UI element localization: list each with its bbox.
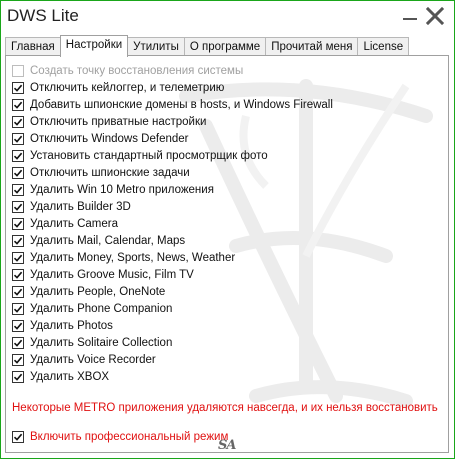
checkmark-icon bbox=[13, 433, 23, 441]
options-list: Создать точку восстановления системы Откл… bbox=[12, 62, 432, 385]
option-row[interactable]: Удалить XBOX bbox=[12, 368, 432, 385]
checkmark-icon bbox=[13, 373, 23, 381]
option-label: Удалить People, OneNote bbox=[30, 285, 166, 298]
pro-mode-option[interactable]: Включить профессиональный режим bbox=[12, 428, 228, 445]
checkmark-icon bbox=[13, 322, 23, 330]
option-row[interactable]: Удалить Money, Sports, News, Weather bbox=[12, 249, 432, 266]
option-label: Удалить Photos bbox=[30, 319, 113, 332]
option-label: Установить стандартный просмотрщик фото bbox=[30, 149, 268, 162]
option-label: Создать точку восстановления системы bbox=[30, 64, 244, 77]
tab-main[interactable]: Главная bbox=[5, 37, 61, 56]
option-row[interactable]: Удалить Voice Recorder bbox=[12, 351, 432, 368]
window-title: DWS Lite bbox=[7, 6, 79, 25]
pro-mode-label: Включить профессиональный режим bbox=[30, 430, 229, 443]
checkmark-icon bbox=[13, 220, 23, 228]
option-row[interactable]: Отключить шпионские задачи bbox=[12, 164, 432, 181]
option-label: Удалить Solitaire Collection bbox=[30, 336, 173, 349]
option-checkbox[interactable] bbox=[12, 149, 24, 162]
option-label: Удалить Phone Companion bbox=[30, 302, 173, 315]
option-row[interactable]: Удалить Win 10 Metro приложения bbox=[12, 181, 432, 198]
checkmark-icon bbox=[13, 305, 23, 313]
checkmark-icon bbox=[13, 271, 23, 279]
option-label: Отключить шпионские задачи bbox=[30, 166, 190, 179]
close-button[interactable] bbox=[424, 5, 446, 27]
tab-readme[interactable]: Прочитай меня bbox=[265, 37, 359, 56]
option-checkbox[interactable] bbox=[12, 200, 24, 213]
option-label: Удалить Mail, Calendar, Maps bbox=[30, 234, 186, 247]
option-label: Удалить Win 10 Metro приложения bbox=[30, 183, 214, 196]
option-checkbox[interactable] bbox=[12, 370, 24, 383]
option-row[interactable]: Удалить Builder 3D bbox=[12, 198, 432, 215]
option-checkbox[interactable] bbox=[12, 319, 24, 332]
tab-about[interactable]: О программе bbox=[183, 37, 267, 56]
option-checkbox[interactable] bbox=[12, 183, 24, 196]
signature-logo: SA bbox=[218, 438, 237, 453]
minimize-button[interactable] bbox=[399, 5, 421, 27]
option-checkbox[interactable] bbox=[12, 302, 24, 315]
checkmark-icon bbox=[13, 237, 23, 245]
option-row[interactable]: Отключить Windows Defender bbox=[12, 130, 432, 147]
option-label: Отключить приватные настройки bbox=[30, 115, 207, 128]
app-window: DWS Lite Главная Настройки Утилиты О про… bbox=[0, 0, 455, 459]
close-icon bbox=[426, 7, 444, 25]
option-row[interactable]: Удалить People, OneNote bbox=[12, 283, 432, 300]
option-row[interactable]: Удалить Camera bbox=[12, 215, 432, 232]
checkmark-icon bbox=[13, 135, 23, 143]
option-row[interactable]: Установить стандартный просмотрщик фото bbox=[12, 147, 432, 164]
option-checkbox[interactable] bbox=[12, 268, 24, 281]
tab-license[interactable]: License bbox=[357, 37, 410, 56]
option-checkbox[interactable] bbox=[12, 166, 24, 179]
option-label: Отключить кейлоггер, и телеметрию bbox=[30, 81, 225, 94]
tab-settings[interactable]: Настройки bbox=[59, 35, 129, 57]
option-checkbox[interactable] bbox=[12, 336, 24, 349]
option-label: Удалить Builder 3D bbox=[30, 200, 131, 213]
checkmark-icon bbox=[13, 356, 23, 364]
option-label: Удалить Groove Music, Film TV bbox=[30, 268, 194, 281]
option-checkbox[interactable] bbox=[12, 251, 24, 264]
option-row[interactable]: Удалить Phone Companion bbox=[12, 300, 432, 317]
checkmark-icon bbox=[13, 152, 23, 160]
option-row[interactable]: Отключить кейлоггер, и телеметрию bbox=[12, 79, 432, 96]
option-checkbox[interactable] bbox=[12, 285, 24, 298]
checkmark-icon bbox=[13, 84, 23, 92]
minimize-icon bbox=[403, 18, 417, 20]
option-label: Удалить XBOX bbox=[30, 370, 110, 383]
option-row[interactable]: Отключить приватные настройки bbox=[12, 113, 432, 130]
warning-message: Некоторые METRO приложения удаляются нав… bbox=[12, 402, 438, 414]
checkmark-icon bbox=[13, 254, 23, 262]
title-bar[interactable]: DWS Lite bbox=[1, 1, 454, 33]
checkmark-icon bbox=[13, 288, 23, 296]
pro-mode-checkbox[interactable] bbox=[12, 430, 24, 443]
checkmark-icon bbox=[13, 203, 23, 211]
option-checkbox[interactable] bbox=[12, 234, 24, 247]
checkmark-icon bbox=[13, 186, 23, 194]
option-checkbox[interactable] bbox=[12, 81, 24, 94]
option-label: Удалить Money, Sports, News, Weather bbox=[30, 251, 236, 264]
settings-panel: Создать точку восстановления системы Откл… bbox=[5, 55, 449, 453]
checkmark-icon bbox=[13, 169, 23, 177]
option-label: Добавить шпионские домены в hosts, и Win… bbox=[30, 98, 333, 111]
option-checkbox[interactable] bbox=[12, 132, 24, 145]
option-label: Отключить Windows Defender bbox=[30, 132, 189, 145]
checkmark-icon bbox=[13, 101, 23, 109]
checkmark-icon bbox=[13, 339, 23, 347]
option-row[interactable]: Добавить шпионские домены в hosts, и Win… bbox=[12, 96, 432, 113]
option-checkbox[interactable] bbox=[12, 115, 24, 128]
option-checkbox[interactable] bbox=[12, 217, 24, 230]
option-row[interactable]: Удалить Photos bbox=[12, 317, 432, 334]
option-label: Удалить Voice Recorder bbox=[30, 353, 156, 366]
option-checkbox[interactable] bbox=[12, 353, 24, 366]
option-row[interactable]: Удалить Mail, Calendar, Maps bbox=[12, 232, 432, 249]
option-row[interactable]: Удалить Groove Music, Film TV bbox=[12, 266, 432, 283]
tab-utilities[interactable]: Утилиты bbox=[127, 37, 185, 56]
checkmark-icon bbox=[13, 118, 23, 126]
option-label: Удалить Camera bbox=[30, 217, 119, 230]
option-checkbox bbox=[12, 64, 24, 77]
option-checkbox[interactable] bbox=[12, 98, 24, 111]
option-row: Создать точку восстановления системы bbox=[12, 62, 432, 79]
tab-strip: Главная Настройки Утилиты О программе Пр… bbox=[5, 35, 410, 57]
option-row[interactable]: Удалить Solitaire Collection bbox=[12, 334, 432, 351]
